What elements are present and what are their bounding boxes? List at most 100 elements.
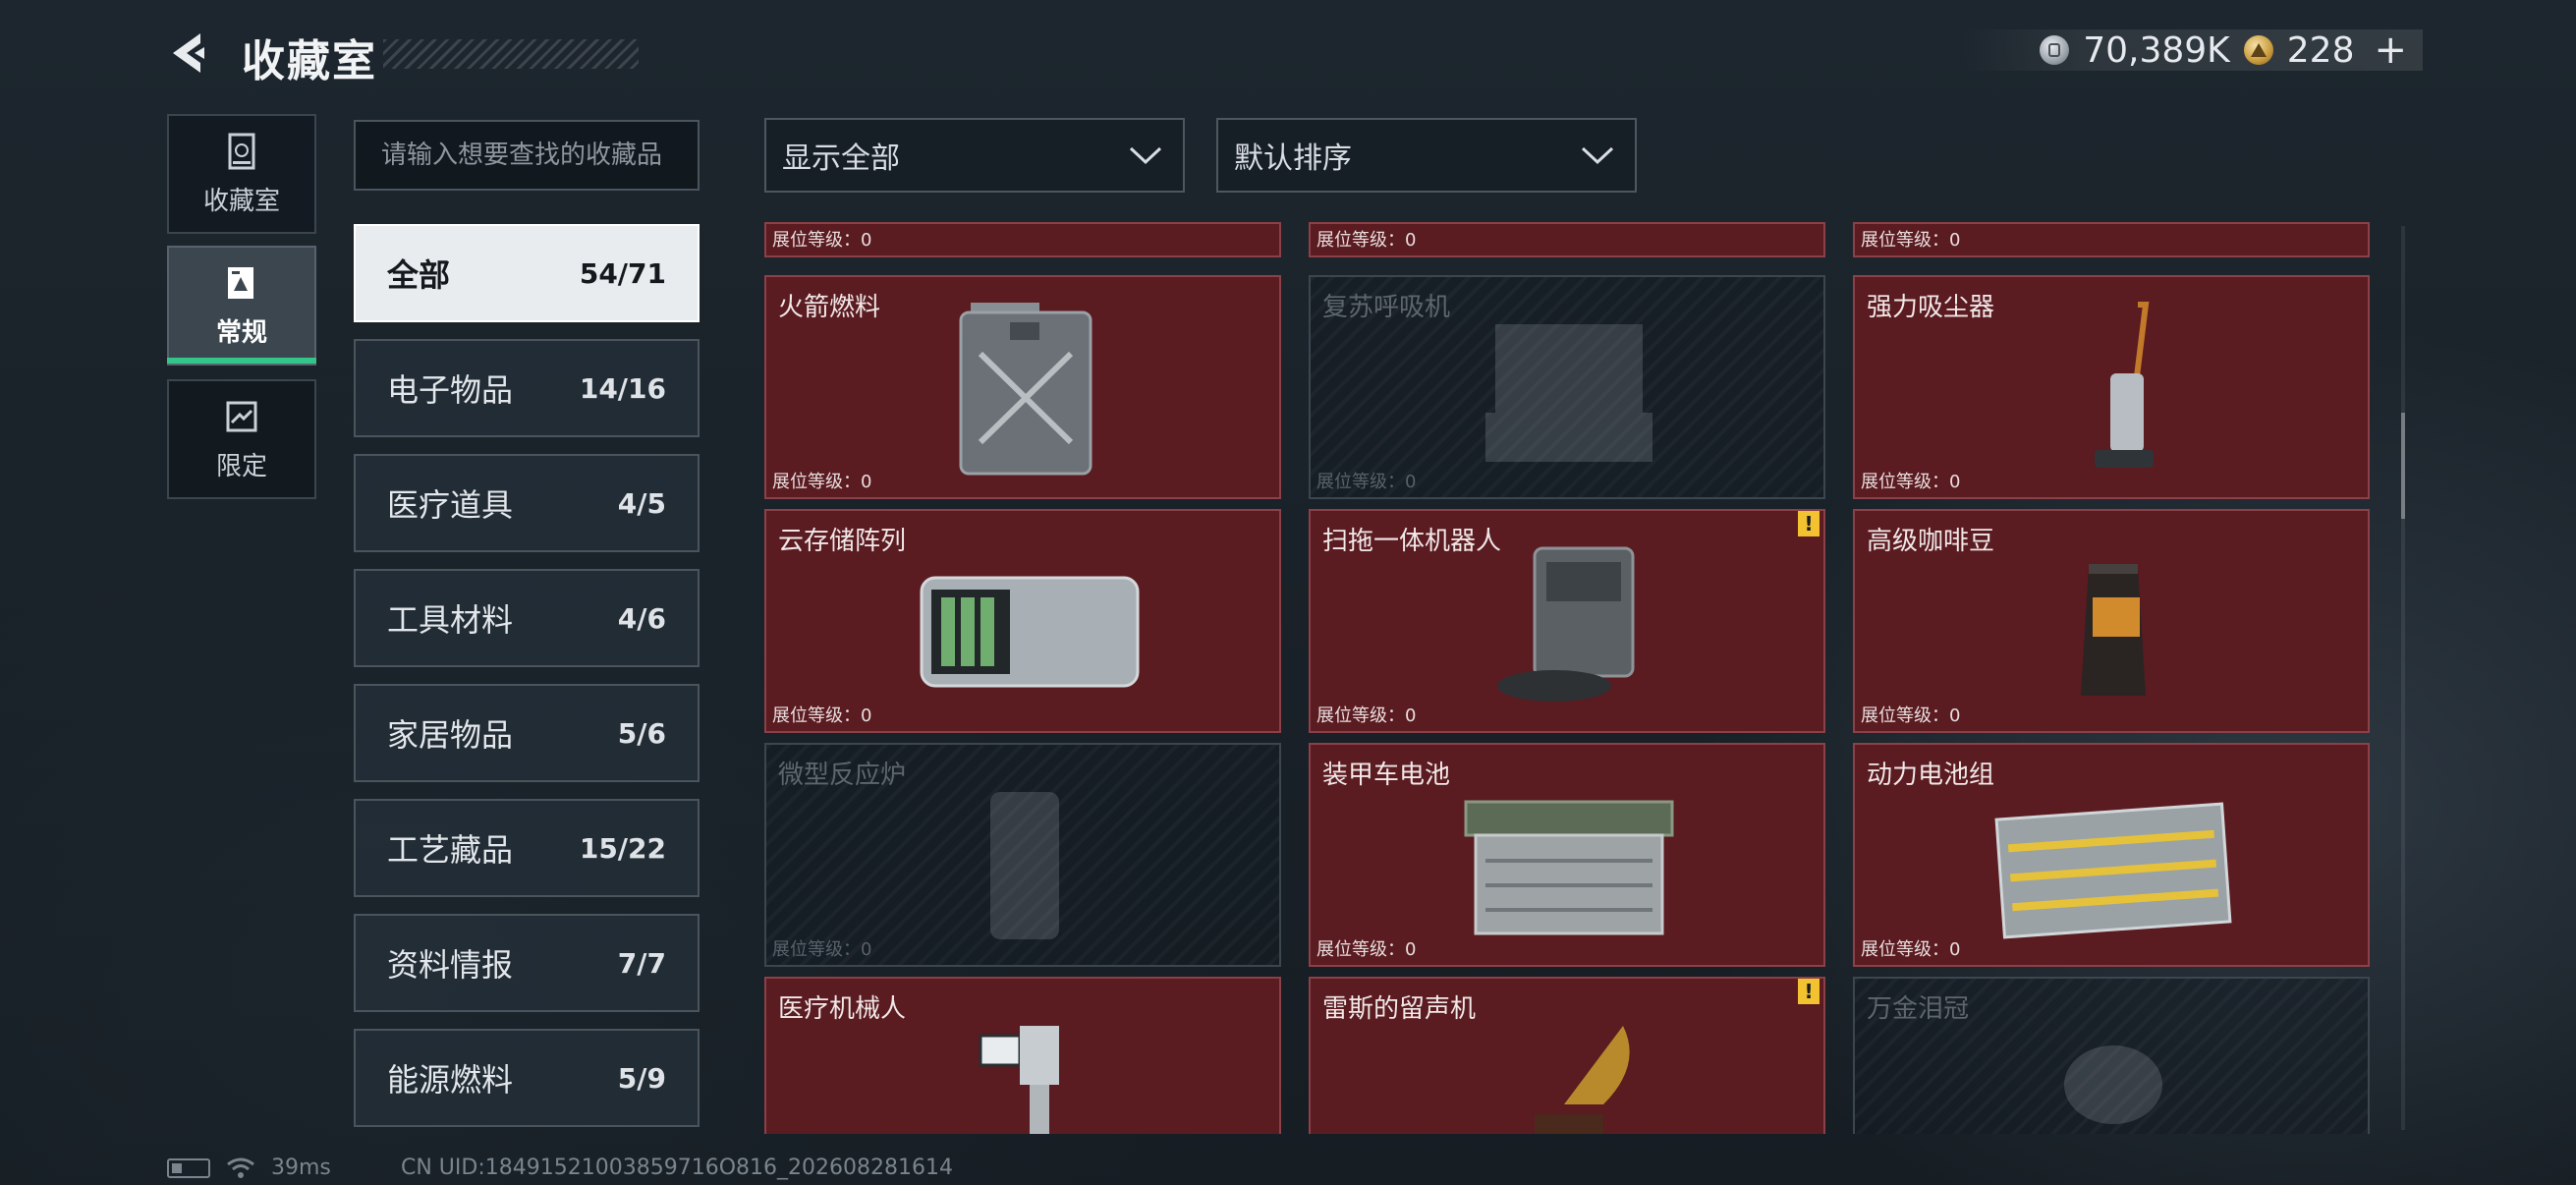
- collection-card[interactable]: 雷斯的留声机 !: [1309, 977, 1825, 1134]
- category-tools[interactable]: 工具材料 4/6: [354, 569, 700, 667]
- silver-amount: 70,389K: [2083, 29, 2230, 71]
- collection-card-partial[interactable]: 展位等级：0: [764, 222, 1281, 257]
- category-count: 7/7: [617, 946, 666, 980]
- booth-level: 展位等级：0: [1316, 705, 1417, 726]
- category-intel[interactable]: 资料情报 7/7: [354, 914, 700, 1012]
- silver-coin-icon: [2040, 35, 2070, 65]
- category-label: 工艺藏品: [387, 831, 514, 869]
- uid-text: CN UID:18491521003859716O816_20260828161…: [401, 1156, 953, 1180]
- category-household[interactable]: 家居物品 5/6: [354, 684, 700, 782]
- booth-level: 展位等级：0: [1861, 939, 1961, 960]
- collection-card-partial[interactable]: 展位等级：0: [1853, 222, 2370, 257]
- category-label: 电子物品: [387, 371, 514, 409]
- collection-card[interactable]: 强力吸尘器 展位等级：0: [1853, 275, 2370, 499]
- collection-card-locked[interactable]: 微型反应炉 展位等级：0: [764, 743, 1281, 967]
- category-label: 资料情报: [387, 946, 514, 984]
- limited-icon: [226, 401, 257, 431]
- item-name: 动力电池组: [1867, 761, 1995, 790]
- category-label: 工具材料: [387, 601, 514, 639]
- grid-scrollbar[interactable]: [2401, 226, 2405, 1130]
- category-count: 4/5: [617, 486, 666, 520]
- booth-level: 展位等级：0: [1861, 472, 1961, 492]
- category-count: 4/6: [617, 601, 666, 635]
- collection-card[interactable]: 动力电池组 展位等级：0: [1853, 743, 2370, 967]
- gold-coin-icon: [2243, 35, 2273, 65]
- item-name: 医疗机械人: [778, 994, 907, 1024]
- scrollbar-thumb[interactable]: [2401, 413, 2405, 519]
- booth-level: 展位等级：0: [1861, 705, 1961, 726]
- item-name: 万金泪冠: [1867, 994, 1970, 1024]
- page-title: 收藏室: [242, 36, 377, 86]
- robot-vacuum-icon: [1497, 546, 1635, 702]
- nav-collection[interactable]: 收藏室: [167, 114, 316, 234]
- category-label: 家居物品: [387, 716, 514, 754]
- title-decoration: [383, 39, 639, 69]
- nav-normal-label: 常规: [215, 317, 267, 348]
- collection-card[interactable]: 装甲车电池 展位等级：0: [1309, 743, 1825, 967]
- collection-card-locked[interactable]: 万金泪冠: [1853, 977, 2370, 1134]
- crown-icon: [2064, 1045, 2162, 1124]
- collection-card[interactable]: 火箭燃料 展位等级：0: [764, 275, 1281, 499]
- category-label: 医疗道具: [387, 486, 514, 524]
- booth-level: 展位等级：0: [1316, 939, 1417, 960]
- item-name: 高级咖啡豆: [1867, 527, 1995, 556]
- wifi-icon: [227, 1157, 254, 1178]
- collection-card-partial[interactable]: 展位等级：0: [1309, 222, 1825, 257]
- battery-pack-icon: [1994, 802, 2232, 939]
- car-battery-icon: [1464, 800, 1674, 935]
- normal-icon: [228, 266, 253, 299]
- collection-card[interactable]: 医疗机械人: [764, 977, 1281, 1134]
- collection-grid[interactable]: 展位等级：0 展位等级：0 展位等级：0 火箭燃料 展位等级：0 复苏呼吸机 展…: [764, 222, 2381, 1134]
- booth-level: 展位等级：0: [772, 230, 872, 251]
- category-crafts[interactable]: 工艺藏品 15/22: [354, 799, 700, 897]
- category-count: 5/6: [617, 716, 666, 750]
- active-indicator: [167, 358, 316, 364]
- filter-value: 显示全部: [782, 141, 900, 176]
- collection-card[interactable]: 云存储阵列 展位等级：0: [764, 509, 1281, 733]
- booth-level: 展位等级：0: [1861, 230, 1961, 251]
- chevron-down-icon: [1581, 146, 1614, 165]
- category-electronics[interactable]: 电子物品 14/16: [354, 339, 700, 437]
- vacuum-icon: [2095, 302, 2154, 468]
- alert-badge: !: [1798, 979, 1820, 1004]
- nav-limited[interactable]: 限定: [167, 379, 316, 499]
- category-medical[interactable]: 医疗道具 4/5: [354, 454, 700, 552]
- nav-normal[interactable]: 常规: [167, 246, 316, 366]
- item-name: 云存储阵列: [778, 527, 907, 556]
- gold-amount: 228: [2286, 29, 2355, 71]
- booth-level: 展位等级：0: [1316, 230, 1417, 251]
- nav-collection-label: 收藏室: [202, 186, 280, 216]
- booth-level: 展位等级：0: [1316, 472, 1417, 492]
- fuel-can-icon: [959, 303, 1092, 476]
- category-label: 全部: [387, 256, 451, 294]
- medical-robot-icon: [979, 1026, 1059, 1134]
- back-button[interactable]: [165, 29, 212, 77]
- ping-value: 39ms: [271, 1156, 331, 1180]
- item-name: 微型反应炉: [778, 761, 907, 790]
- collection-icon: [228, 133, 255, 169]
- item-name: 复苏呼吸机: [1322, 293, 1451, 322]
- collection-card[interactable]: 高级咖啡豆 展位等级：0: [1853, 509, 2370, 733]
- collection-card[interactable]: 扫拖一体机器人 ! 展位等级：0: [1309, 509, 1825, 733]
- filter-dropdown[interactable]: 显示全部: [764, 118, 1185, 193]
- storage-array-icon: [920, 576, 1140, 688]
- category-count: 15/22: [579, 831, 666, 865]
- gramophone-icon: [1535, 1026, 1630, 1134]
- item-name: 强力吸尘器: [1867, 293, 1995, 322]
- status-bar: 39ms: [167, 1156, 331, 1180]
- category-all[interactable]: 全部 54/71: [354, 224, 700, 322]
- chevron-down-icon: [1129, 146, 1162, 165]
- item-name: 火箭燃料: [778, 293, 881, 322]
- sort-dropdown[interactable]: 默认排序: [1216, 118, 1637, 193]
- ventilator-icon: [1485, 324, 1652, 462]
- add-currency-button[interactable]: +: [2374, 28, 2407, 73]
- category-energy[interactable]: 能源燃料 5/9: [354, 1029, 700, 1127]
- currency-bar: 70,389K 228 +: [1961, 28, 2423, 73]
- reactor-icon: [990, 792, 1059, 939]
- booth-level: 展位等级：0: [772, 472, 872, 492]
- booth-level: 展位等级：0: [772, 705, 872, 726]
- category-label: 能源燃料: [387, 1061, 514, 1099]
- collection-card-locked[interactable]: 复苏呼吸机 展位等级：0: [1309, 275, 1825, 499]
- search-input[interactable]: [354, 120, 700, 191]
- alert-badge: !: [1798, 511, 1820, 536]
